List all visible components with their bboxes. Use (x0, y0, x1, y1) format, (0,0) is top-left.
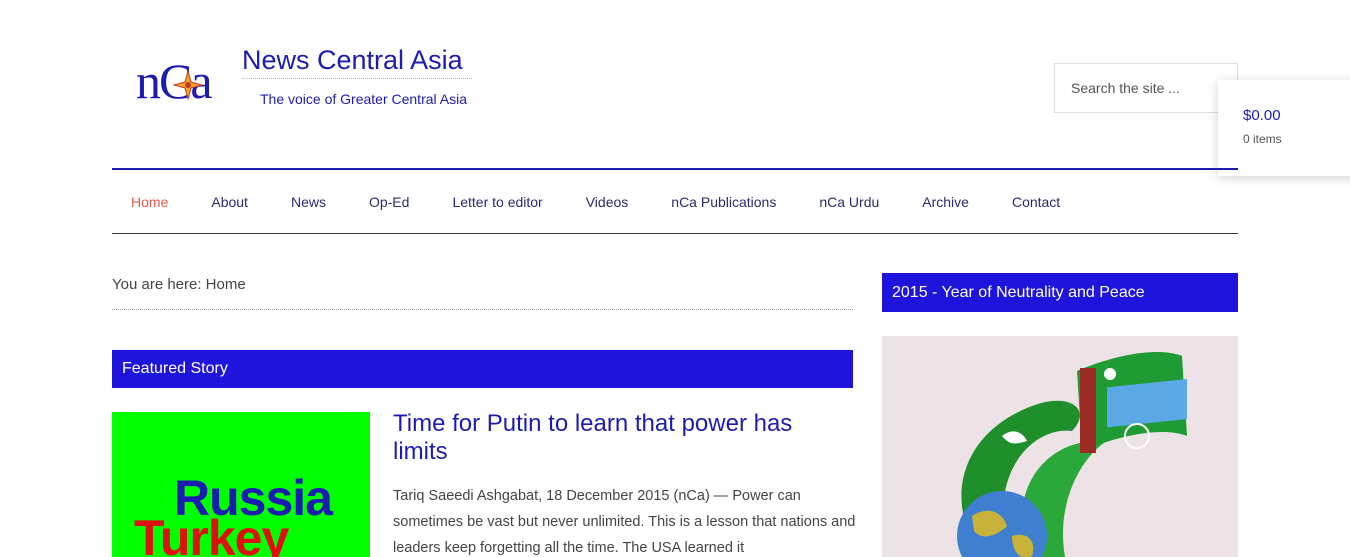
nav-item-op-ed[interactable]: Op-Ed (369, 194, 409, 210)
nav-item-letter-to-editor[interactable]: Letter to editor (452, 194, 542, 210)
featured-story-excerpt: Tariq Saeedi Ashgabat, 18 December 2015 … (393, 488, 856, 556)
featured-story-image[interactable]: Russia Turkey (112, 412, 370, 557)
globe-flag-illustration (957, 351, 1187, 557)
nav-item-contact[interactable]: Contact (1012, 194, 1060, 210)
image-word-turkey: Turkey (134, 510, 289, 557)
nav-item-videos[interactable]: Videos (586, 194, 629, 210)
main-navigation: Home About News Op-Ed Letter to editor V… (112, 168, 1238, 234)
logo-divider (242, 78, 472, 79)
site-logo[interactable]: nCa News Central Asia The voice of Great… (132, 44, 477, 114)
page: nCa News Central Asia The voice of Great… (0, 0, 1350, 557)
nav-item-nca-urdu[interactable]: nCa Urdu (819, 194, 879, 210)
breadcrumb: You are here: Home (112, 276, 853, 310)
nav-item-home[interactable]: Home (131, 194, 168, 210)
sidebar-widget-title: 2015 - Year of Neutrality and Peace (882, 273, 1238, 312)
featured-section-title: Featured Story (112, 350, 853, 388)
cart-widget[interactable]: $0.00 0 items (1218, 80, 1350, 176)
cart-amount: $0.00 (1243, 107, 1281, 124)
nav-item-nca-publications[interactable]: nCa Publications (671, 194, 776, 210)
search-input[interactable] (1054, 63, 1238, 113)
site-title: News Central Asia (242, 45, 463, 75)
neutrality-emblem-image[interactable] (882, 336, 1238, 557)
featured-story-title[interactable]: Time for Putin to learn that power has l… (393, 410, 833, 466)
nav-item-archive[interactable]: Archive (922, 194, 969, 210)
cart-item-count: 0 items (1243, 132, 1282, 146)
star-icon (173, 70, 203, 100)
nav-item-news[interactable]: News (291, 194, 326, 210)
logo-mark: nCa (136, 56, 236, 106)
site-tagline: The voice of Greater Central Asia (260, 91, 467, 107)
nav-item-about[interactable]: About (211, 194, 248, 210)
